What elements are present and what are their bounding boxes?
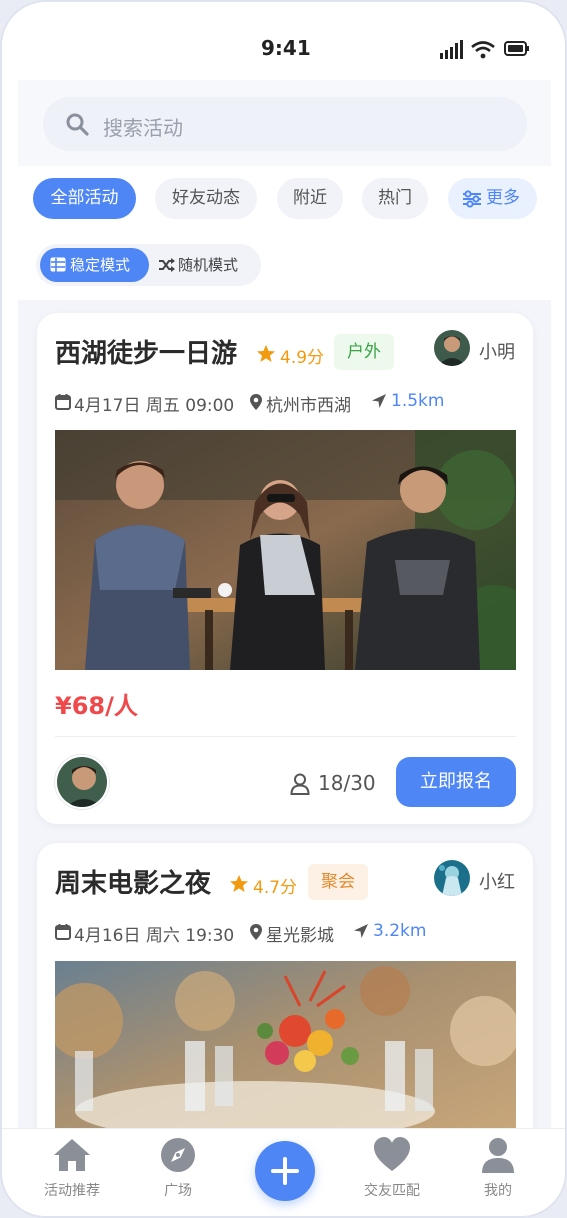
tab-label: 交友匹配	[364, 1183, 420, 1199]
tab-label: 活动推荐	[44, 1183, 100, 1199]
filter-more-label: 更多	[486, 188, 520, 208]
location-pin-icon	[250, 924, 262, 940]
mode-random-label: 随机模式	[178, 256, 239, 274]
category-tag: 聚会	[308, 864, 368, 900]
host-name: 小红	[479, 872, 515, 893]
heart-icon	[374, 1137, 410, 1171]
tab-friend-match[interactable]: 交友匹配	[342, 1129, 442, 1216]
activity-card[interactable]: 西湖徒步一日游 4.9分 户外 小明 4月17日 周五 09:00 杭州市西湖 …	[37, 313, 533, 824]
activity-photo	[55, 430, 516, 670]
compass-icon	[161, 1138, 195, 1172]
card-divider	[55, 736, 516, 737]
tab-label: 广场	[164, 1183, 192, 1199]
activity-location: 星光影城	[266, 926, 334, 946]
search-input[interactable]: 搜索活动	[43, 97, 527, 151]
activity-title: 西湖徒步一日游	[55, 339, 238, 369]
join-button[interactable]: 立即报名	[396, 757, 516, 807]
shuffle-icon	[159, 258, 175, 272]
rating-value: 4.7分	[253, 878, 298, 898]
search-area: 搜索活动	[18, 80, 551, 166]
status-bar: 9:41	[2, 2, 565, 80]
phone-frame: 9:41 搜索活动 全部活动 好友动态 附近 热门 更多 稳定模式 随机模式 西…	[0, 0, 567, 1218]
navigation-arrow-icon	[354, 924, 368, 938]
bottom-tab-bar: 活动推荐 广场 交友匹配 我的	[2, 1128, 565, 1216]
host-avatar	[434, 330, 470, 366]
activity-price: ¥68/人	[55, 692, 138, 720]
search-icon	[66, 113, 89, 136]
home-icon	[54, 1139, 90, 1171]
tab-plaza[interactable]: 广场	[128, 1129, 228, 1216]
attendance: 18/30	[290, 771, 390, 797]
filter-more-button[interactable]: 更多	[448, 178, 537, 219]
content-area: 搜索活动 全部活动 好友动态 附近 热门 更多 稳定模式 随机模式 西湖徒步一日…	[18, 80, 551, 1130]
rating-value: 4.9分	[280, 348, 325, 368]
filter-hot[interactable]: 热门	[362, 178, 428, 219]
location-pin-icon	[250, 394, 262, 410]
plus-icon	[271, 1157, 299, 1185]
category-tag: 户外	[334, 334, 394, 370]
activity-photo	[55, 961, 516, 1130]
mode-stable-button[interactable]: 稳定模式	[40, 248, 149, 282]
host-info[interactable]: 小明	[425, 330, 515, 366]
navigation-arrow-icon	[372, 394, 386, 408]
calendar-icon	[55, 394, 71, 410]
mode-toggle: 稳定模式 随机模式	[36, 244, 261, 286]
activity-date: 4月16日 周六 19:30	[74, 926, 235, 946]
participant-avatar[interactable]	[55, 755, 109, 809]
host-avatar	[434, 860, 470, 896]
status-icons	[438, 38, 530, 60]
sliders-icon	[463, 190, 481, 208]
tab-activity-recommend[interactable]: 活动推荐	[22, 1129, 122, 1216]
activity-meta: 4月17日 周五 09:00 杭州市西湖 1.5km	[55, 391, 516, 416]
host-name: 小明	[479, 342, 515, 363]
tab-label: 我的	[484, 1183, 512, 1199]
activity-meta: 4月16日 周六 19:30 星光影城 3.2km	[55, 921, 516, 946]
signal-wifi-battery-icon	[440, 40, 529, 59]
search-placeholder: 搜索活动	[103, 116, 183, 140]
star-icon	[230, 875, 248, 892]
activity-card[interactable]: 周末电影之夜 4.7分 聚会 小红 4月16日 周六 19:30 星光影城 3.…	[37, 843, 533, 1130]
filter-all[interactable]: 全部活动	[33, 178, 136, 219]
activity-distance: 1.5km	[391, 391, 445, 411]
host-info[interactable]: 小红	[425, 860, 515, 896]
mode-random-button[interactable]: 随机模式	[152, 248, 257, 282]
activity-title: 周末电影之夜	[55, 869, 212, 899]
filter-header: 搜索活动 全部活动 好友动态 附近 热门 更多 稳定模式 随机模式	[18, 80, 551, 300]
attendance-count: 18/30	[318, 771, 376, 795]
table-icon	[50, 257, 66, 272]
status-time: 9:41	[261, 36, 311, 60]
calendar-icon	[55, 924, 71, 940]
filter-friends[interactable]: 好友动态	[155, 178, 257, 219]
create-activity-button[interactable]	[255, 1141, 315, 1201]
activity-date: 4月17日 周五 09:00	[74, 396, 235, 416]
activity-location: 杭州市西湖	[266, 396, 351, 416]
filter-nearby[interactable]: 附近	[277, 178, 343, 219]
user-icon	[290, 773, 310, 795]
user-icon	[482, 1138, 514, 1173]
star-icon	[257, 345, 275, 362]
mode-stable-label: 稳定模式	[70, 256, 131, 274]
tab-mine[interactable]: 我的	[448, 1129, 548, 1216]
activity-distance: 3.2km	[373, 921, 427, 941]
